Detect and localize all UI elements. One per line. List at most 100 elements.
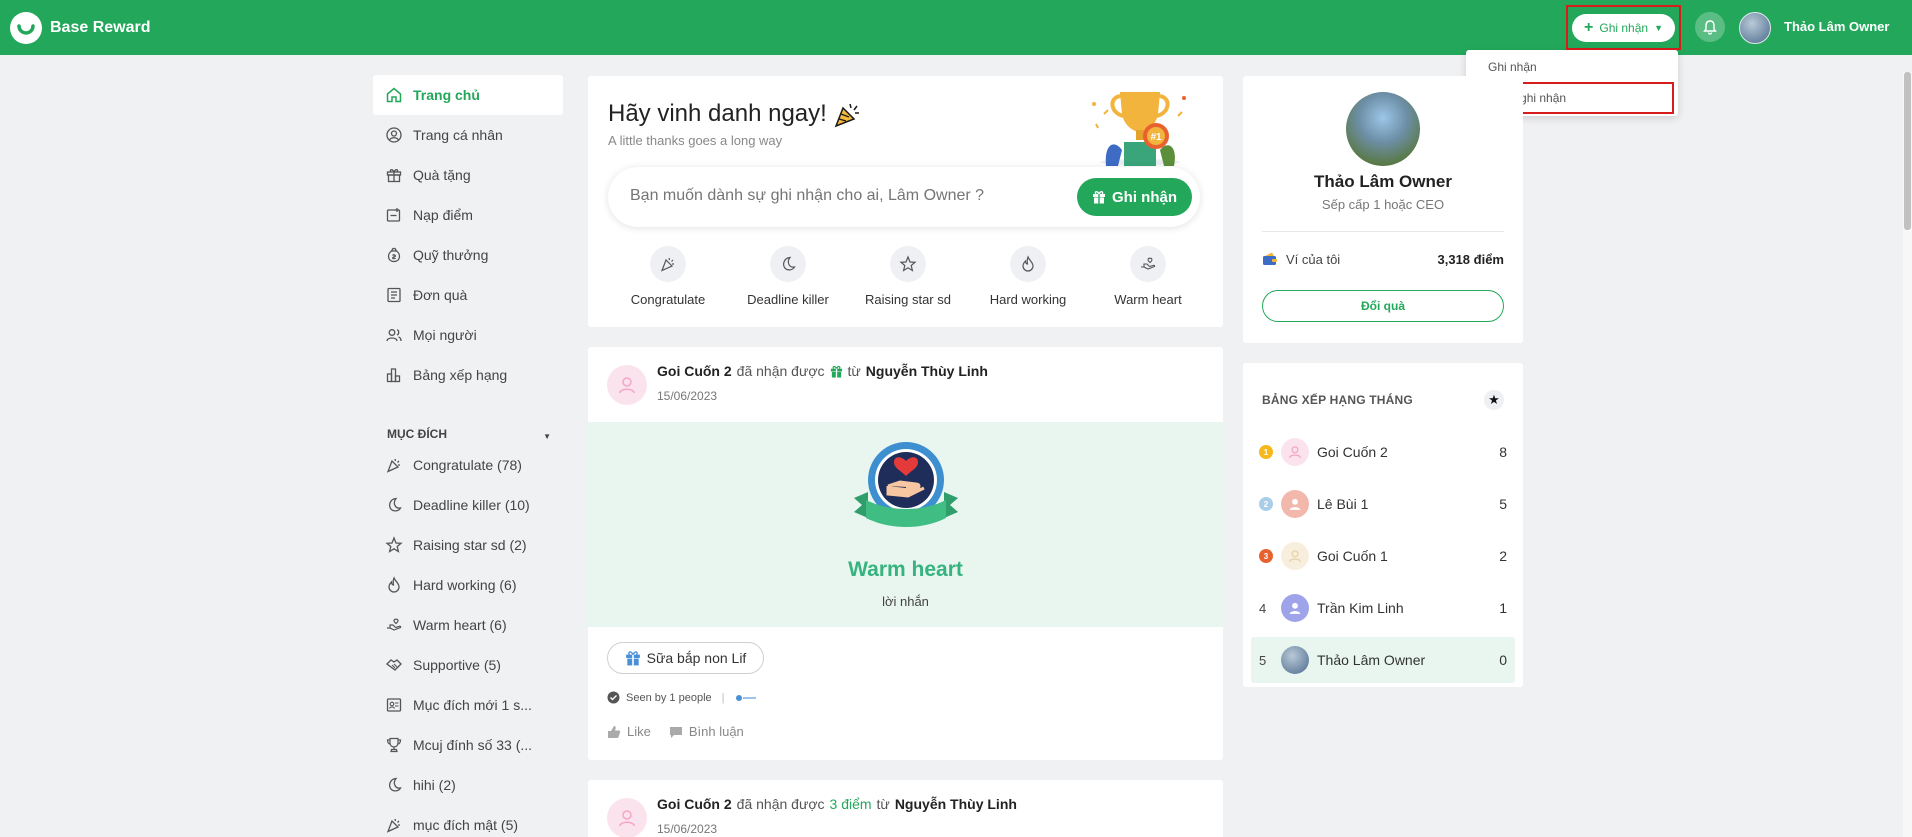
ranking-row[interactable]: 2 Lê Bùi 1 5 [1251, 478, 1515, 530]
redeem-gift-button[interactable]: Đổi quà [1262, 290, 1504, 322]
profile-avatar[interactable] [1346, 92, 1420, 166]
like-button[interactable]: Like [607, 724, 651, 739]
notification-bell-icon[interactable] [1695, 12, 1725, 42]
user-name[interactable]: Thảo Lâm Owner [1784, 19, 1889, 34]
sidebar-purpose-deadline-killer[interactable]: Deadline killer (10) [373, 485, 563, 525]
points-received: 3 điểm [829, 796, 872, 812]
hand-heart-icon [387, 618, 402, 631]
profile-role: Sếp cấp 1 hoặc CEO [1321, 197, 1445, 212]
ranking-row[interactable]: 4 Trần Kim Linh 1 [1251, 582, 1515, 634]
sender-name[interactable]: Nguyễn Thùy Linh [866, 363, 988, 379]
sidebar-item-label: Deadline killer (10) [413, 497, 530, 513]
divider [1262, 231, 1504, 232]
purpose-label: Warm heart [1114, 292, 1182, 307]
received-verb: đã nhận được [736, 796, 825, 812]
receiver-avatar[interactable] [607, 798, 647, 837]
sidebar-item-orders[interactable]: Đơn quà [373, 275, 563, 315]
bar-chart-icon [386, 368, 401, 383]
receiver-name[interactable]: Goi Cuốn 2 [657, 363, 732, 379]
page-scrollbar[interactable] [1903, 72, 1912, 837]
sidebar-purpose-new-1[interactable]: Mục đích mới 1 s... [373, 685, 563, 725]
received-verb: đã nhận được [736, 363, 825, 379]
trophy-illustration: #1 [1092, 92, 1186, 166]
party-popper-icon [834, 103, 859, 128]
ranking-avatar [1281, 594, 1309, 622]
sidebar-item-label: mục đích mật (5) [413, 817, 519, 833]
sidebar-item-label: Nạp điểm [413, 207, 473, 223]
purpose-deadline-killer[interactable]: Deadline killer [728, 246, 848, 307]
silver-medal-icon: 2 [1259, 497, 1273, 511]
caret-down-icon: ▼ [543, 432, 551, 441]
hero-title-text: Hãy vinh danh ngay! [608, 100, 827, 127]
profile-name[interactable]: Thảo Lâm Owner [1243, 172, 1523, 192]
scrollbar-thumb[interactable] [1904, 72, 1911, 230]
recognition-search-input[interactable] [630, 187, 985, 205]
user-placeholder-icon [618, 810, 636, 827]
wallet-amount: 3,318 điểm [1437, 251, 1505, 267]
ranking-avatar [1281, 490, 1309, 518]
trophy-icon [386, 737, 402, 753]
sidebar-purpose-supportive[interactable]: Supportive (5) [373, 645, 563, 685]
moon-icon [783, 256, 796, 271]
purpose-raising-star[interactable]: Raising star sd [848, 246, 968, 307]
sidebar-purpose-hihi[interactable]: hihi (2) [373, 765, 563, 805]
ranking-row[interactable]: 3 Goi Cuốn 1 2 [1251, 530, 1515, 582]
record-submit-button[interactable]: Ghi nhận [1077, 178, 1192, 216]
topup-icon [386, 208, 401, 222]
receiver-name[interactable]: Goi Cuốn 2 [657, 796, 732, 812]
warm-heart-badge-icon [854, 442, 958, 527]
sidebar-purpose-warm-heart[interactable]: Warm heart (6) [373, 605, 563, 645]
brand-name: Base Reward [50, 19, 151, 36]
money-bag-icon [387, 247, 401, 263]
purpose-label: Congratulate [630, 292, 706, 307]
brand[interactable]: Base Reward [10, 12, 151, 44]
sidebar-item-profile[interactable]: Trang cá nhân [373, 115, 563, 155]
sidebar-item-home[interactable]: Trang chủ [373, 75, 563, 115]
sidebar-item-people[interactable]: Mọi người [373, 315, 563, 355]
bronze-medal-icon: 3 [1259, 549, 1273, 563]
seen-count[interactable]: Seen by 1 people [626, 692, 712, 704]
sidebar-item-gifts[interactable]: Quà tặng [373, 155, 563, 195]
ranking-name: Trần Kim Linh [1317, 600, 1404, 616]
sidebar-purpose-congratulate[interactable]: Congratulate (78) [373, 445, 563, 485]
ranking-row-current-user[interactable]: 5 Thảo Lâm Owner 0 [1251, 637, 1515, 683]
post-headline: Goi Cuốn 2 đã nhận được 3 điểm từ Nguyễn… [657, 796, 1017, 812]
top-bar: Base Reward + Ghi nhận ▼ Thảo Lâm Owner [0, 0, 1912, 55]
ranking-score: 0 [1499, 652, 1507, 668]
user-placeholder-icon [618, 377, 636, 394]
purpose-label: Hard working [989, 292, 1067, 307]
sidebar-purpose-secret[interactable]: mục đích mật (5) [373, 805, 563, 837]
purpose-warm-heart[interactable]: Warm heart [1088, 246, 1208, 307]
sidebar-purpose-raising-star[interactable]: Raising star sd (2) [373, 525, 563, 565]
comment-button[interactable]: Bình luận [669, 724, 744, 739]
separator: | [721, 691, 725, 704]
ranking-row[interactable]: 1 Goi Cuốn 2 8 [1251, 426, 1515, 478]
party-popper-icon [660, 257, 674, 272]
sidebar-item-label: Trang chủ [413, 87, 480, 103]
sidebar-purpose-hard-working[interactable]: Hard working (6) [373, 565, 563, 605]
star-icon [899, 255, 917, 272]
badge-title: Warm heart [848, 558, 963, 581]
sidebar-item-label: Mọi người [413, 327, 477, 343]
sidebar-item-label: Mục đích mới 1 s... [413, 697, 532, 713]
receiver-avatar[interactable] [607, 365, 647, 405]
record-dropdown-button[interactable]: + Ghi nhận ▼ [1572, 14, 1675, 42]
plus-icon: + [1584, 19, 1594, 36]
user-avatar[interactable] [1739, 12, 1771, 44]
post-actions: Like Bình luận [607, 724, 744, 739]
id-card-icon [386, 698, 402, 712]
sidebar-item-topup[interactable]: Nạp điểm [373, 195, 563, 235]
home-icon [386, 87, 402, 103]
sender-name[interactable]: Nguyễn Thùy Linh [895, 796, 1017, 812]
purpose-congratulate[interactable]: Congratulate [608, 246, 728, 307]
sidebar-purpose-33[interactable]: Mcuj đính số 33 (... [373, 725, 563, 765]
sidebar-item-reward-fund[interactable]: Quỹ thưởng [373, 235, 563, 275]
purpose-section-header[interactable]: MỤC ĐÍCH ▼ [373, 409, 563, 445]
gift-chip[interactable]: Sữa bắp non Lif [607, 642, 764, 674]
purpose-section-title: MỤC ĐÍCH [387, 427, 447, 441]
sidebar-item-leaderboard[interactable]: Bảng xếp hạng [373, 355, 563, 395]
user-placeholder-icon [1288, 446, 1302, 459]
purpose-hard-working[interactable]: Hard working [968, 246, 1088, 307]
star-icon[interactable]: ★ [1484, 390, 1504, 410]
comment-label: Bình luận [688, 724, 744, 739]
